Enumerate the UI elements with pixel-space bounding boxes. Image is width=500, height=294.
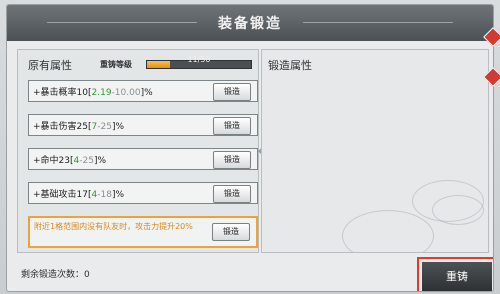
attribute-row: +暴击伤害25[7-25]% 锻造	[28, 114, 258, 136]
attribute-row: +命中23[4-25]% 锻造	[28, 148, 258, 170]
window-title: 装备锻造	[218, 16, 282, 32]
forge-button[interactable]: 锻造	[213, 185, 251, 203]
attribute-text: +基础攻击17[4-18]%	[33, 190, 125, 200]
reforge-level-label: 重铸等级	[100, 60, 132, 69]
forge-attributes-header: 锻造属性	[268, 59, 312, 72]
attribute-text: +暴击概率10[2.19-10.00]%	[33, 88, 153, 98]
reforge-level-value: 11/50	[187, 55, 211, 64]
attribute-text: +暴击伤害25[7-25]%	[33, 122, 125, 132]
original-attributes-header: 原有属性	[28, 59, 72, 72]
attribute-row: +暴击概率10[2.19-10.00]% 锻造	[28, 80, 258, 102]
forge-button[interactable]: 锻造	[213, 83, 251, 101]
reforge-level-bar: 11/50	[146, 55, 252, 69]
reforge-highlight: 重铸	[417, 257, 493, 291]
special-attribute-text: 附近1格范围内没有队友时，攻击力提升20%	[34, 222, 193, 231]
original-attributes-panel: 原有属性 重铸等级 11/50 +暴击概率10[2.19-10.00]% 锻造 …	[17, 49, 259, 253]
special-attribute-row: 附近1格范围内没有队友时，攻击力提升20% 锻造	[28, 216, 258, 248]
remaining-forge-count: 剩余锻造次数：0	[21, 270, 90, 280]
title-divider	[47, 22, 197, 23]
wave-decoration	[432, 195, 484, 225]
forge-button[interactable]: 锻造	[213, 117, 251, 135]
wave-decoration	[342, 210, 434, 252]
attribute-row: +基础攻击17[4-18]% 锻造	[28, 182, 258, 204]
forge-button[interactable]: 锻造	[212, 223, 250, 241]
forge-attributes-panel: 锻造属性	[261, 49, 489, 253]
reforge-button[interactable]: 重铸	[422, 262, 492, 291]
attribute-text: +命中23[4-25]%	[33, 156, 107, 166]
title-divider	[303, 22, 453, 23]
forge-button[interactable]: 锻造	[213, 151, 251, 169]
title-bar: 装备锻造	[7, 5, 493, 41]
forge-window: 装备锻造 原有属性 重铸等级 11/50 +暴击概率10[2.19-10.00]…	[6, 4, 494, 292]
